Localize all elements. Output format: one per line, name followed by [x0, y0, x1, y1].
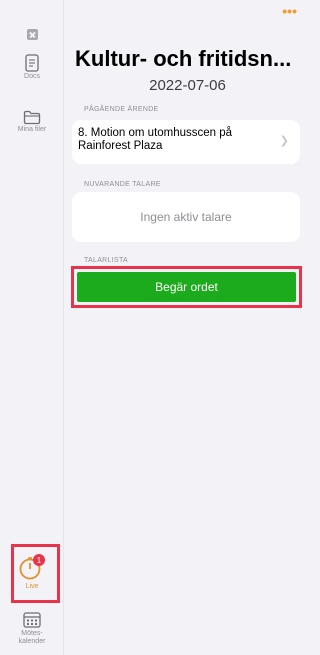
document-icon: [25, 54, 39, 72]
current-speaker-card: Ingen aktiv talare: [72, 192, 300, 242]
sidebar-item-label: Mina filer: [17, 126, 47, 133]
more-icon[interactable]: •••: [282, 4, 297, 18]
ongoing-matter-text: 8. Motion om utomhusscen på Rainforest P…: [78, 127, 233, 152]
page-title: Kultur- och fritidsn...: [75, 46, 292, 71]
main-panel: ••• Kultur- och fritidsn... 2022-07-06 P…: [64, 0, 311, 655]
no-speaker-text: Ingen aktiv talare: [140, 210, 232, 224]
chevron-right-icon: ❯: [279, 135, 289, 147]
sidebar-item-docs[interactable]: Docs: [0, 54, 64, 81]
ongoing-matter-label: PÅGÅENDE ÄRENDE: [84, 106, 159, 113]
ongoing-matter-card[interactable]: 8. Motion om utomhusscen på Rainforest P…: [72, 120, 300, 164]
folder-icon: [23, 110, 41, 125]
current-speaker-label: NUVARANDE TALARE: [84, 181, 161, 188]
request-button-highlight: Begär ordet: [71, 266, 302, 308]
close-icon[interactable]: [27, 29, 38, 40]
request-floor-button[interactable]: Begär ordet: [77, 272, 296, 302]
sidebar-item-label: Docs: [24, 73, 40, 80]
sidebar-item-mina-filer[interactable]: Mina filer: [0, 110, 64, 134]
live-highlight-box: [11, 544, 60, 603]
calendar-icon: [23, 612, 41, 628]
sidebar: Docs Mina filer 1 Live Mötes- kalender: [0, 0, 64, 655]
speaker-list-label: TALARLISTA: [84, 257, 128, 264]
meeting-date: 2022-07-06: [149, 77, 226, 94]
sidebar-item-moteskalender[interactable]: Mötes- kalender: [0, 611, 64, 646]
sidebar-item-label: Mötes- kalender: [18, 630, 46, 645]
